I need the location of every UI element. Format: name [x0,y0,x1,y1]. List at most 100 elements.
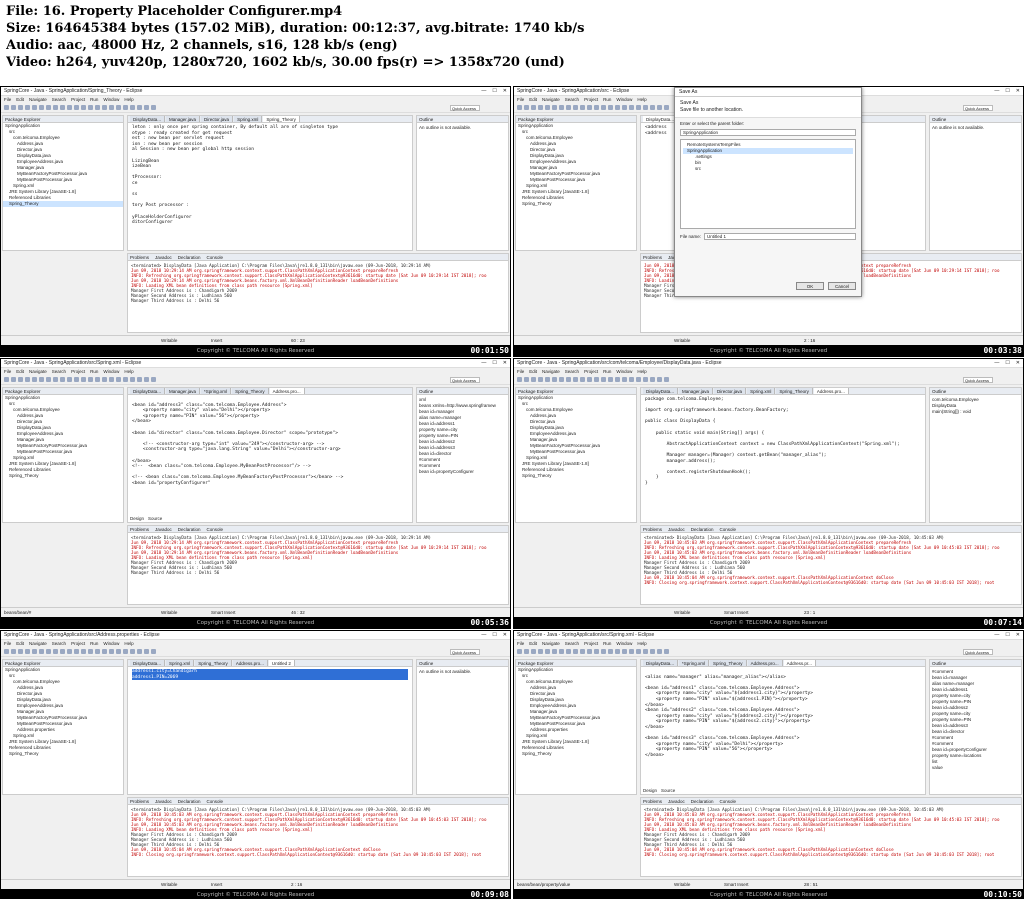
console-tab[interactable]: Problems [643,526,662,532]
toolbar-icon[interactable] [4,377,9,382]
toolbar-icon[interactable] [151,377,156,382]
toolbar-icon[interactable] [622,105,627,110]
menu-search[interactable]: Search [565,369,579,374]
editor-tab[interactable]: Spring.xml [747,388,776,394]
toolbar-icon[interactable] [636,377,641,382]
toolbar-icon[interactable] [74,649,79,654]
toolbar-icon[interactable] [545,377,550,382]
minimize-icon[interactable]: — [481,632,486,638]
console-tab[interactable]: Problems [130,798,149,804]
toolbar-icon[interactable] [559,377,564,382]
toolbar-icon[interactable] [32,649,37,654]
toolbar-icon[interactable] [88,105,93,110]
toolbar-icon[interactable] [74,377,79,382]
editor-tab[interactable]: Address.pr... [783,660,816,666]
editor-tab[interactable]: DisplayData... [130,388,166,394]
toolbar-icon[interactable] [4,105,9,110]
editor-tab[interactable]: Spring_Theory [232,388,269,394]
toolbar-icon[interactable] [650,649,655,654]
toolbar-icon[interactable] [95,649,100,654]
toolbar-icon[interactable] [116,649,121,654]
source-tab[interactable]: Source [661,788,675,793]
minimize-icon[interactable]: — [994,632,999,638]
maximize-icon[interactable]: ☐ [492,632,496,638]
toolbar-icon[interactable] [601,649,606,654]
console-tab[interactable]: Console [207,254,224,260]
toolbar-icon[interactable] [18,105,23,110]
menu-window[interactable]: Window [103,97,119,102]
toolbar-icon[interactable] [144,377,149,382]
close-icon[interactable]: ✕ [503,360,507,366]
toolbar-icon[interactable] [636,649,641,654]
toolbar-icon[interactable] [130,105,135,110]
menu-search[interactable]: Search [52,97,66,102]
toolbar-icon[interactable] [32,377,37,382]
toolbar-icon[interactable] [144,105,149,110]
menu-run[interactable]: Run [90,641,98,646]
menu-project[interactable]: Project [71,97,85,102]
toolbar-icon[interactable] [137,377,142,382]
menu-search[interactable]: Search [565,97,579,102]
toolbar-icon[interactable] [601,105,606,110]
editor-tab[interactable]: Address.pro... [232,660,268,666]
editor-tab[interactable]: Manager.java [166,116,201,122]
toolbar-icon[interactable] [559,105,564,110]
toolbar-icon[interactable] [650,377,655,382]
outline-item[interactable]: main(String[]) : void [932,409,1019,415]
editor-tab[interactable]: Address.pro... [813,388,849,394]
toolbar-icon[interactable] [664,649,669,654]
menu-search[interactable]: Search [565,641,579,646]
toolbar-icon[interactable] [4,649,9,654]
editor-tab[interactable]: DisplayData... [643,660,679,666]
toolbar-icon[interactable] [580,105,585,110]
menu-run[interactable]: Run [90,97,98,102]
toolbar-icon[interactable] [81,105,86,110]
toolbar-icon[interactable] [608,649,613,654]
console-tab[interactable]: Javadoc [155,254,172,260]
editor-tab[interactable]: Director.java [201,116,234,122]
menu-help[interactable]: Help [124,97,133,102]
parent-folder-input[interactable]: SpringApplication [680,129,856,136]
toolbar-icon[interactable] [517,105,522,110]
toolbar-icon[interactable] [102,105,107,110]
toolbar-icon[interactable] [18,649,23,654]
toolbar-icon[interactable] [144,649,149,654]
maximize-icon[interactable]: ☐ [492,360,496,366]
editor-tab[interactable]: Spring_Theory [263,116,300,122]
menu-project[interactable]: Project [71,641,85,646]
toolbar-icon[interactable] [643,649,648,654]
toolbar-icon[interactable] [46,649,51,654]
console-tab[interactable]: Javadoc [155,798,172,804]
menu-search[interactable]: Search [52,641,66,646]
toolbar-icon[interactable] [531,649,536,654]
toolbar-icon[interactable] [524,377,529,382]
toolbar-icon[interactable] [517,649,522,654]
close-icon[interactable]: ✕ [1016,88,1020,94]
toolbar-icon[interactable] [151,649,156,654]
toolbar-icon[interactable] [580,649,585,654]
menu-edit[interactable]: Edit [529,369,537,374]
toolbar-icon[interactable] [109,649,114,654]
menu-run[interactable]: Run [603,641,611,646]
menu-window[interactable]: Window [616,641,632,646]
code-area[interactable]: <bean id="address3" class="com.telcoma.E… [128,395,412,489]
toolbar-icon[interactable] [60,377,65,382]
toolbar-icon[interactable] [657,105,662,110]
toolbar-icon[interactable] [81,377,86,382]
console-tab[interactable]: Problems [643,254,662,260]
maximize-icon[interactable]: ☐ [1005,360,1009,366]
toolbar-icon[interactable] [538,649,543,654]
menu-help[interactable]: Help [637,641,646,646]
minimize-icon[interactable]: — [994,360,999,366]
toolbar-icon[interactable] [95,377,100,382]
close-icon[interactable]: ✕ [1016,632,1020,638]
toolbar-icon[interactable] [95,105,100,110]
console-tab[interactable]: Declaration [691,526,714,532]
toolbar-icon[interactable] [629,105,634,110]
toolbar-icon[interactable] [67,649,72,654]
maximize-icon[interactable]: ☐ [492,88,496,94]
editor-tab[interactable]: Manager.java [679,388,714,394]
editor-tab[interactable]: Director.java [714,388,747,394]
menu-window[interactable]: Window [616,97,632,102]
toolbar-icon[interactable] [594,377,599,382]
